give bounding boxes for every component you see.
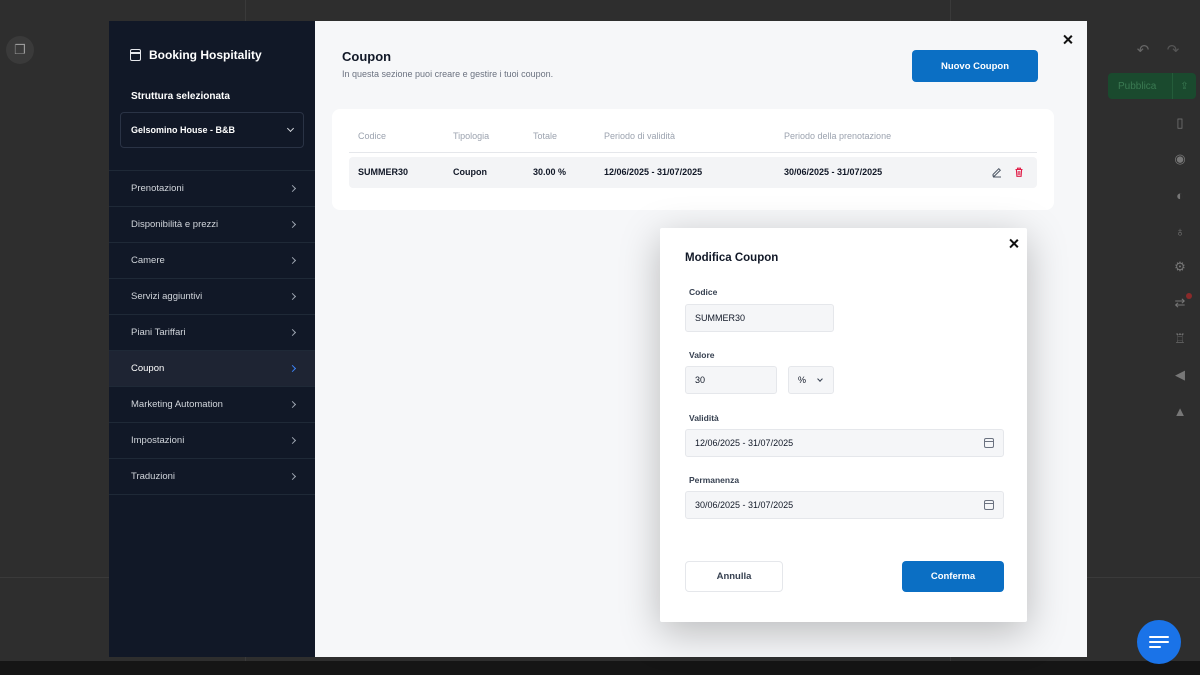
cell-total: 30.00 % (533, 167, 567, 177)
code-field[interactable]: SUMMER30 (685, 304, 834, 332)
sidebar-item-impostazioni[interactable]: Impostazioni (109, 423, 315, 459)
menu-line (1149, 641, 1169, 643)
structure-select[interactable]: Gelsomino House - B&B (120, 112, 304, 148)
sidebar-item-piani-tariffari[interactable]: Piani Tariffari (109, 315, 315, 351)
calendar-icon (984, 438, 994, 448)
chevron-right-icon (288, 364, 297, 373)
table-header: Codice Tipologia Totale Periodo di valid… (349, 129, 1037, 153)
coupon-table: Codice Tipologia Totale Periodo di valid… (332, 109, 1054, 210)
confirm-button[interactable]: Conferma (902, 561, 1004, 592)
validity-label: Validità (689, 413, 719, 423)
cell-booking-period: 30/06/2025 - 31/07/2025 (784, 167, 883, 177)
graduation-cap-icon[interactable]: ▲ (1166, 393, 1194, 429)
stay-label: Permanenza (689, 475, 740, 485)
cell-code: SUMMER30 (358, 167, 409, 177)
close-icon[interactable] (1007, 237, 1021, 251)
sidebar-item-label: Impostazioni (131, 435, 185, 446)
chevron-right-icon (288, 472, 297, 481)
menu-line (1149, 636, 1169, 638)
upload-icon: ⇪ (1172, 73, 1196, 99)
structure-label: Struttura selezionata (131, 91, 230, 102)
validity-value: 12/06/2025 - 31/07/2025 (695, 438, 794, 448)
bottom-bar (0, 661, 1200, 675)
sidebar-item-label: Camere (131, 255, 165, 266)
edit-coupon-dialog: Modifica Coupon Codice SUMMER30 Valore 3… (660, 228, 1027, 622)
publish-label: Pubblica (1118, 80, 1157, 92)
chevron-right-icon (288, 256, 297, 265)
chevron-right-icon (288, 400, 297, 409)
calendar-icon (130, 49, 141, 61)
sidebar-item-label: Disponibilità e prezzi (131, 219, 219, 230)
structure-value: Gelsomino House - B&B (131, 125, 236, 135)
sidebar-item-label: Prenotazioni (131, 183, 184, 194)
sidebar-item-label: Coupon (131, 363, 165, 374)
column-header-validity: Periodo di validità (604, 131, 676, 141)
value-label: Valore (689, 350, 715, 360)
sidebar-item-disponibilita[interactable]: Disponibilità e prezzi (109, 207, 315, 243)
chevron-right-icon (288, 436, 297, 445)
chevron-right-icon (288, 328, 297, 337)
column-header-type: Tipologia (453, 131, 490, 141)
unit-value: % (798, 375, 807, 385)
cell-validity: 12/06/2025 - 31/07/2025 (604, 167, 703, 177)
chevron-down-icon (817, 376, 823, 382)
page-description: In questa sezione puoi creare e gestire … (342, 69, 554, 79)
sidebar-item-label: Servizi aggiuntivi (131, 291, 203, 302)
gear-icon[interactable]: ⚙ (1166, 249, 1194, 285)
pencil-icon[interactable] (991, 165, 1003, 178)
chat-button[interactable] (1137, 620, 1181, 664)
calendar-icon (984, 500, 994, 510)
megaphone-icon[interactable]: ◀ (1166, 357, 1194, 393)
chevron-down-icon (286, 124, 295, 133)
new-coupon-button[interactable]: Nuovo Coupon (912, 50, 1038, 82)
lightbulb-icon[interactable]: ♁ (1166, 213, 1194, 249)
chevron-right-icon (288, 220, 297, 229)
sidebar-nav: Prenotazioni Disponibilità e prezzi Came… (109, 170, 315, 495)
menu-line (1149, 646, 1161, 648)
unit-select[interactable]: % (788, 366, 834, 394)
column-header-code: Codice (358, 131, 387, 141)
right-toolbar: ▯ ◉ ◐ ♁ ⚙ ⇄ ♖ ◀ ▲ (1166, 105, 1194, 429)
page-title: Coupon (342, 49, 392, 64)
publish-button[interactable]: Pubblica ⇪ (1108, 73, 1196, 99)
close-icon[interactable] (1061, 33, 1075, 47)
cell-type: Coupon (453, 167, 487, 177)
sidebar-item-coupon[interactable]: Coupon (109, 351, 315, 387)
value-field[interactable]: 30 (685, 366, 777, 394)
mobile-icon[interactable]: ▯ (1166, 105, 1194, 141)
redo-icon[interactable]: ↷ (1160, 38, 1186, 62)
palette-icon[interactable]: ◐ (1166, 177, 1194, 213)
brand-title: Booking Hospitality (149, 48, 262, 62)
table-row: SUMMER30 Coupon 30.00 % 12/06/2025 - 31/… (349, 157, 1037, 188)
undo-icon[interactable]: ↶ (1130, 38, 1156, 62)
sidebar-item-label: Piani Tariffari (131, 327, 186, 338)
sidebar-item-servizi[interactable]: Servizi aggiuntivi (109, 279, 315, 315)
stay-date-field[interactable]: 30/06/2025 - 31/07/2025 (685, 491, 1004, 519)
trash-icon[interactable] (1013, 165, 1025, 177)
chevron-right-icon (288, 292, 297, 301)
code-label: Codice (689, 287, 718, 297)
sidebar-item-label: Marketing Automation (131, 399, 223, 410)
sidebar-item-traduzioni[interactable]: Traduzioni (109, 459, 315, 495)
layers-icon[interactable]: ❐ (6, 36, 34, 64)
stay-value: 30/06/2025 - 31/07/2025 (695, 500, 794, 510)
dialog-title: Modifica Coupon (685, 252, 779, 264)
brand: Booking Hospitality (130, 48, 262, 62)
sidebar-item-label: Traduzioni (131, 471, 176, 482)
sidebar: Booking Hospitality Struttura selezionat… (109, 21, 315, 657)
cancel-button[interactable]: Annulla (685, 561, 783, 592)
validity-date-field[interactable]: 12/06/2025 - 31/07/2025 (685, 429, 1004, 457)
sidebar-item-marketing[interactable]: Marketing Automation (109, 387, 315, 423)
column-header-booking-period: Periodo della prenotazione (784, 131, 892, 141)
trophy-icon[interactable]: ♖ (1166, 321, 1194, 357)
sidebar-item-camere[interactable]: Camere (109, 243, 315, 279)
eye-icon[interactable]: ◉ (1166, 141, 1194, 177)
sidebar-item-prenotazioni[interactable]: Prenotazioni (109, 171, 315, 207)
translate-icon[interactable]: ⇄ (1166, 285, 1194, 321)
column-header-total: Totale (533, 131, 558, 141)
chevron-right-icon (288, 184, 297, 193)
notification-dot (1186, 293, 1192, 299)
